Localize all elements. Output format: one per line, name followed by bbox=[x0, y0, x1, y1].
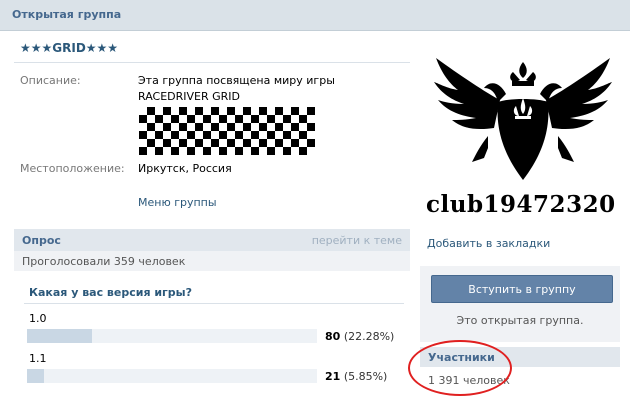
double-headed-eagle-logo bbox=[434, 58, 612, 180]
page-title: Открытая группа bbox=[12, 8, 122, 21]
poll-option-result: 80 (22.28%) bbox=[325, 330, 394, 343]
poll-option-bar-fill bbox=[27, 329, 92, 343]
location-label: Местоположение: bbox=[20, 162, 125, 175]
poll-votes-row: Проголосовали 359 человек bbox=[14, 251, 410, 271]
checkered-flag-image bbox=[139, 107, 315, 155]
poll-option-label: 1.1 bbox=[29, 352, 47, 365]
club-id: club19472320 bbox=[426, 191, 616, 218]
group-menu-link[interactable]: Меню группы bbox=[138, 196, 217, 209]
join-group-button[interactable]: Вступить в группу bbox=[431, 275, 613, 303]
divider bbox=[14, 62, 410, 63]
poll-option-label: 1.0 bbox=[29, 312, 47, 325]
header-bar: Открытая группа bbox=[0, 0, 630, 31]
poll-option-percent: (22.28%) bbox=[343, 330, 395, 343]
poll-votes-text: Проголосовали 359 человек bbox=[22, 255, 186, 268]
poll-option-percent: (5.85%) bbox=[343, 370, 388, 383]
group-name: ★★★GRID★★★ bbox=[20, 41, 119, 55]
add-bookmark-link[interactable]: Добавить в закладки bbox=[427, 237, 550, 250]
poll-option-bar bbox=[27, 329, 317, 343]
poll-option-count: 21 bbox=[325, 370, 341, 383]
poll-option-result: 21 (5.85%) bbox=[325, 370, 387, 383]
description-text: Эта группа посвящена миру игры RACEDRIVE… bbox=[138, 74, 335, 103]
divider bbox=[24, 303, 404, 304]
open-group-note: Это открытая группа. bbox=[456, 314, 584, 327]
poll-question: Какая у вас версия игры? bbox=[29, 286, 193, 299]
goto-topic-link[interactable]: перейти к теме bbox=[312, 234, 402, 247]
poll-header: Опрос перейти к теме bbox=[14, 229, 410, 251]
poll-option-count: 80 bbox=[325, 330, 341, 343]
location-value: Иркутск, Россия bbox=[138, 162, 232, 175]
poll-title: Опрос bbox=[22, 234, 61, 247]
poll-option-bar-fill bbox=[27, 369, 44, 383]
description-label: Описание: bbox=[20, 74, 81, 87]
highlight-circle bbox=[408, 340, 512, 396]
poll-option-bar bbox=[27, 369, 317, 383]
